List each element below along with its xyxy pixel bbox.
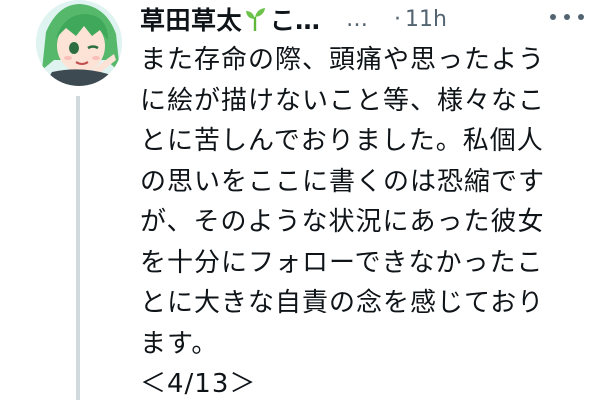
tweet-text-line: を十分にフォローできなかったこ (140, 247, 544, 278)
timestamp[interactable]: 11h (405, 7, 447, 32)
separator: · (394, 6, 402, 32)
tweet-text-line: が、そのような状況にあった彼女 (140, 207, 545, 237)
tweet: 草田草太 こ… … · 11h また存命の際、頭痛や思ったよう に絵が描けないこ… (0, 0, 600, 400)
user-handle[interactable]: … (346, 7, 368, 32)
avatar[interactable] (36, 0, 122, 86)
tweet-text-line: の思いをここに書くのは恐縮です (140, 166, 546, 197)
more-icon[interactable] (550, 6, 584, 28)
tweet-text-line: に絵が描けないこと等、様々なこ (140, 85, 546, 116)
more-dot (550, 14, 556, 20)
tweet-text-line: とに大きな自責の念を感じており (140, 288, 545, 318)
tweet-text-line: また存命の際、頭痛や思ったよう (140, 45, 546, 75)
display-name-truncated[interactable]: こ… (270, 1, 320, 37)
thread-connector-line (76, 96, 80, 400)
display-name[interactable]: 草田草太 (140, 1, 242, 37)
more-dot (564, 14, 570, 20)
tweet-text-line: ます。 (140, 328, 219, 359)
sprout-icon (244, 6, 266, 32)
thread-counter: ＜4/13＞ (140, 369, 257, 399)
tweet-header: 草田草太 こ… … · 11h (140, 2, 600, 36)
more-dot (578, 14, 584, 20)
tweet-text: また存命の際、頭痛や思ったよう に絵が描けないこと等、様々なこ とに苦しんでおり… (140, 40, 590, 400)
tweet-text-line: とに苦しんでおりました。私個人 (140, 126, 544, 156)
avatar-anime-girl-icon (36, 0, 122, 86)
